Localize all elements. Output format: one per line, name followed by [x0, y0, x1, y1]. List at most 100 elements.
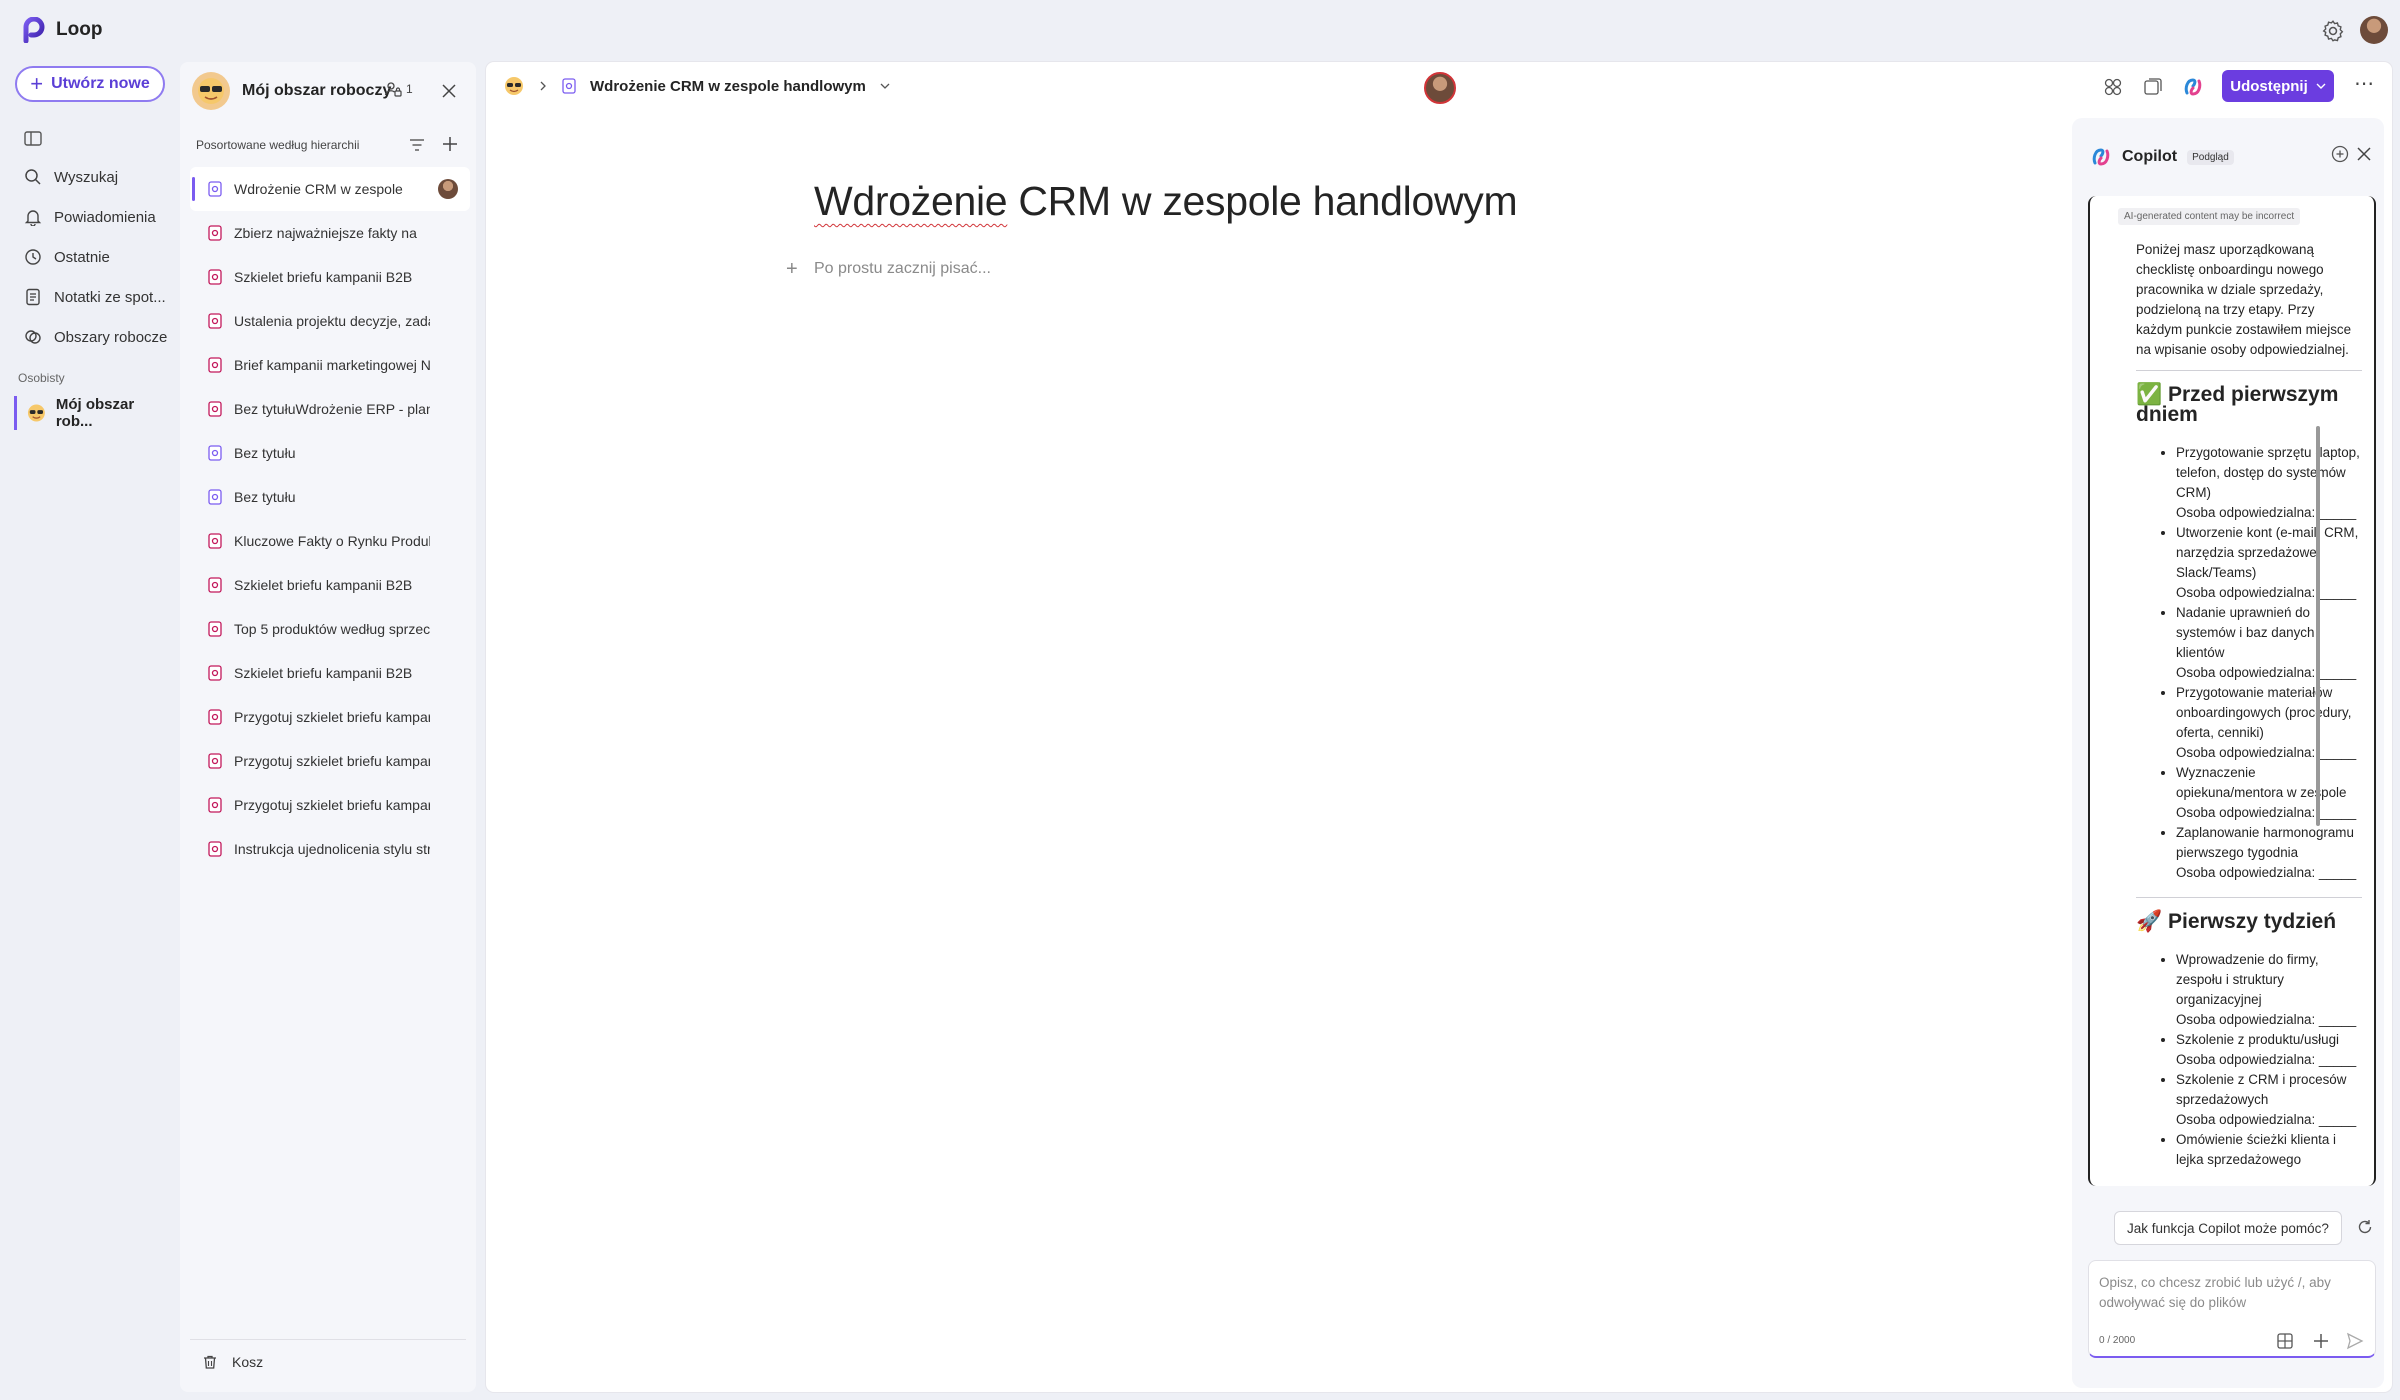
- page-list-item[interactable]: Szkielet briefu kampanii B2B: [190, 651, 470, 695]
- trash-icon: [204, 1355, 216, 1369]
- share-button[interactable]: Udostępnij: [2222, 70, 2334, 102]
- page-list-item[interactable]: Bez tytułu: [190, 431, 470, 475]
- checklist-item: Szkolenie z produktu/usługi Osoba odpowie…: [2176, 1030, 2362, 1070]
- chevron-down-icon[interactable]: [880, 81, 890, 91]
- plus-icon: +: [30, 71, 44, 96]
- checklist-item-text: Wprowadzenie do firmy, zespołu i struktu…: [2176, 952, 2319, 1007]
- workspace-members-button[interactable]: 1: [384, 80, 413, 98]
- nav-item-meeting-notes[interactable]: Notatki ze spot...: [24, 284, 166, 310]
- checklist-item: Przygotowanie materiałów onboardingowych…: [2176, 683, 2362, 763]
- nav-item-search[interactable]: Wyszukaj: [24, 164, 118, 190]
- copilot-suggestion-chip[interactable]: Jak funkcja Copilot może pomóc?: [2114, 1211, 2342, 1245]
- page-list-item[interactable]: Kluczowe Fakty o Rynku Produk: [190, 519, 470, 563]
- checklist-item: Szkolenie z CRM i procesów sprzedażowych…: [2176, 1070, 2362, 1130]
- add-page-icon[interactable]: [440, 134, 460, 154]
- document-title[interactable]: Wdrożenie CRM w zespole handlowym: [814, 178, 1518, 225]
- pages-icon[interactable]: [2142, 76, 2164, 98]
- close-icon[interactable]: [440, 82, 458, 100]
- checklist-item: Zaplanowanie harmonogramu pierwszego tyg…: [2176, 823, 2362, 883]
- collaborator-avatar[interactable]: [1424, 72, 1456, 104]
- nav-item-my-workspace[interactable]: Mój obszar rob...: [14, 396, 168, 430]
- loop-page-icon: [208, 533, 222, 549]
- copilot-response: AI-generated content may be incorrect Po…: [2088, 196, 2376, 1186]
- checklist-item-text: Przygotowanie materiałów onboardingowych…: [2176, 685, 2352, 740]
- page-list-item-label: Zbierz najważniejsze fakty na: [234, 225, 417, 241]
- components-icon[interactable]: [2102, 76, 2124, 98]
- page-list-item[interactable]: Bez tytułuWdrożenie ERP - plan: [190, 387, 470, 431]
- document-body-placeholder[interactable]: Po prostu zacznij pisać...: [814, 260, 991, 278]
- checklist-item-text: Szkolenie z CRM i procesów sprzedażowych: [2176, 1072, 2347, 1107]
- loop-logo-icon: [23, 17, 45, 43]
- left-nav: + Utwórz nowe Wyszukaj Powiadomienia Ost…: [0, 60, 178, 1400]
- page-list-item[interactable]: Przygotuj szkielet briefu kampar: [190, 739, 470, 783]
- page-list-item[interactable]: Instrukcja ujednolicenia stylu str: [190, 827, 470, 871]
- copilot-prompt-input[interactable]: Opisz, co chcesz zrobić lub użyć /, aby …: [2088, 1260, 2376, 1358]
- nav-item-label: Wyszukaj: [54, 168, 119, 186]
- copilot-header: Copilot Podgląd: [2090, 146, 2234, 168]
- app-logo[interactable]: Loop: [20, 17, 102, 43]
- copilot-icon[interactable]: [2182, 76, 2204, 98]
- page-list-item-label: Przygotuj szkielet briefu kampar: [234, 753, 430, 769]
- copilot-section-heading: ✅ Przed pierwszym dniem: [2136, 383, 2339, 426]
- loop-page-icon: [208, 797, 222, 813]
- page-list-item-label: Ustalenia projektu decyzje, zada: [234, 313, 430, 329]
- breadcrumb-page-title[interactable]: Wdrożenie CRM w zespole handlowym: [590, 78, 866, 95]
- settings-gear-icon[interactable]: [2320, 18, 2346, 44]
- divider: [2136, 370, 2362, 371]
- page-list-item[interactable]: Bez tytułu: [190, 475, 470, 519]
- loop-page-icon: [208, 753, 222, 769]
- page-list-item-label: Przygotuj szkielet briefu kampar: [234, 709, 430, 725]
- attach-component-icon[interactable]: [2275, 1331, 2295, 1351]
- create-new-button[interactable]: + Utwórz nowe: [15, 66, 165, 102]
- nav-item-label: Notatki ze spot...: [54, 288, 166, 306]
- app-name: Loop: [56, 19, 103, 40]
- nav-item-notifications[interactable]: Powiadomienia: [24, 204, 156, 230]
- copilot-response-content: Poniżej masz uporządkowaną checklistę on…: [2136, 240, 2362, 1170]
- sunglasses-face-icon[interactable]: [504, 76, 524, 96]
- add-icon[interactable]: [2311, 1331, 2331, 1351]
- share-label: Udostępnij: [2230, 77, 2308, 95]
- divider: [190, 1339, 466, 1340]
- copilot-scrollbar[interactable]: [2316, 196, 2320, 1182]
- refresh-icon[interactable]: [2356, 1218, 2374, 1236]
- page-list-item[interactable]: Ustalenia projektu decyzje, zada: [190, 299, 470, 343]
- trash-button[interactable]: Kosz: [202, 1354, 263, 1370]
- chevron-down-icon: [2316, 83, 2326, 89]
- filter-icon[interactable]: [408, 136, 426, 154]
- owner-line: Osoba odpowiedzialna: _____: [2176, 1052, 2357, 1067]
- checklist-item: Nadanie uprawnień do systemów i baz dany…: [2176, 603, 2362, 683]
- loop-page-icon: [208, 709, 222, 725]
- new-chat-icon[interactable]: [2330, 144, 2350, 164]
- page-list-item[interactable]: Top 5 produktów według sprzec: [190, 607, 470, 651]
- notes-icon: [26, 288, 40, 306]
- page-list-item[interactable]: Szkielet briefu kampanii B2B: [190, 255, 470, 299]
- page-list-item-label: Szkielet briefu kampanii B2B: [234, 577, 413, 593]
- page-list-item[interactable]: Przygotuj szkielet briefu kampar: [190, 695, 470, 739]
- owner-line: Osoba odpowiedzialna: _____: [2176, 865, 2357, 880]
- page-list-item-label: Szkielet briefu kampanii B2B: [234, 269, 413, 285]
- workspace-title: Mój obszar roboczy: [242, 82, 392, 99]
- page-list-item[interactable]: Przygotuj szkielet briefu kampar: [190, 783, 470, 827]
- close-icon[interactable]: [2356, 146, 2372, 162]
- checklist-item: Wprowadzenie do firmy, zespołu i struktu…: [2176, 950, 2362, 1030]
- collapse-nav-icon[interactable]: [24, 130, 44, 148]
- loop-page-icon: [208, 445, 222, 461]
- top-bar: Loop: [0, 0, 2400, 60]
- nav-item-recent[interactable]: Ostatnie: [24, 244, 110, 270]
- page-list-item[interactable]: Wdrożenie CRM w zespole: [190, 167, 470, 211]
- insert-plus-icon[interactable]: +: [786, 258, 798, 281]
- checklist-item-text: Zaplanowanie harmonogramu pierwszego tyg…: [2176, 825, 2354, 860]
- page-list-item-label: Brief kampanii marketingowej N: [234, 357, 430, 373]
- page-list-item[interactable]: Zbierz najważniejsze fakty na: [190, 211, 470, 255]
- more-options-icon[interactable]: ⋯: [2352, 74, 2376, 98]
- chevron-right-icon: [540, 81, 546, 91]
- page-list: Wdrożenie CRM w zespole Zbierz najważniej…: [190, 167, 470, 871]
- page-list-item[interactable]: Szkielet briefu kampanii B2B: [190, 563, 470, 607]
- user-avatar[interactable]: [2360, 16, 2388, 44]
- copilot-section-heading: 🚀 Pierwszy tydzień: [2136, 910, 2337, 933]
- member-count: 1: [406, 82, 413, 96]
- nav-item-workspaces[interactable]: Obszary robocze: [24, 324, 167, 350]
- page-list-item[interactable]: Brief kampanii marketingowej N: [190, 343, 470, 387]
- send-icon[interactable]: [2345, 1331, 2365, 1351]
- loop-page-icon: [208, 577, 222, 593]
